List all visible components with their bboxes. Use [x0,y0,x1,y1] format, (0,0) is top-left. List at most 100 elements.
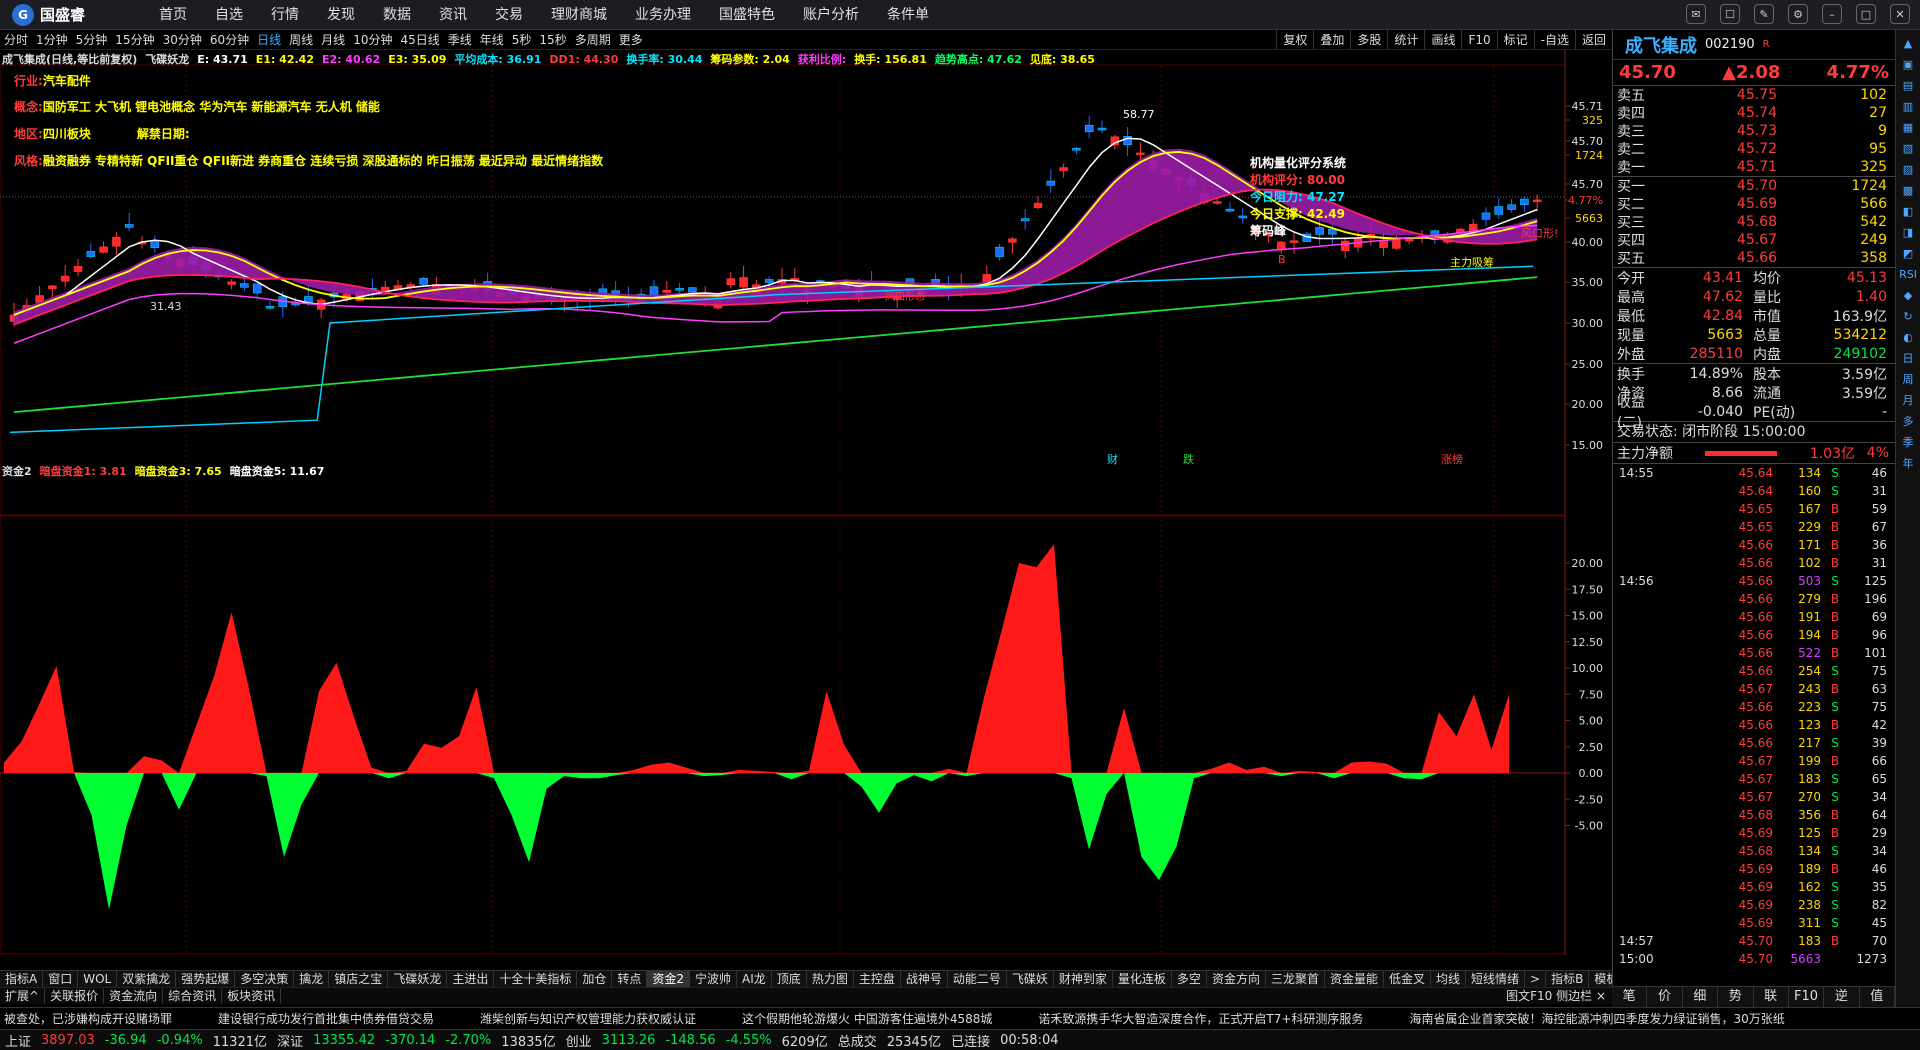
period-3[interactable]: 15分钟 [111,30,158,50]
close-icon[interactable]: ✕ [1890,4,1910,24]
period-16[interactable]: 更多 [615,30,647,50]
menu-item[interactable]: 行情 [257,0,313,30]
news-item[interactable]: 被查处，已涉嫌构成开设赌场罪 [4,1010,172,1027]
side-panel-toggle[interactable]: 图文F10 侧边栏 × [1506,988,1612,1004]
toolbar-btn[interactable]: 叠加 [1313,30,1350,50]
indicator-tab[interactable]: 模板 [1589,971,1612,987]
skin-icon[interactable]: ✎ [1754,4,1774,24]
sidebar-tool-icon[interactable]: ▦ [1899,118,1917,136]
panel-tab[interactable]: 值 [1860,987,1895,1007]
book-row[interactable]: 买一 45.70 1724 [1613,177,1895,195]
sidebar-tool-icon[interactable]: ▲ [1899,34,1917,52]
indicator-tab[interactable]: 双紫擒龙 [117,971,177,987]
panel-tab[interactable]: 逆 [1824,987,1860,1007]
period-15[interactable]: 多周期 [571,30,615,50]
info-tab[interactable]: 综合资讯 [163,988,223,1004]
toolbar-btn[interactable]: 标记 [1496,30,1534,50]
period-11[interactable]: 季线 [444,30,476,50]
indicator-tab[interactable]: 擒龙 [294,971,330,987]
sidebar-tool-icon[interactable]: ◧ [1899,202,1917,220]
indicator-tab[interactable]: 量化连板 [1113,971,1172,987]
book-row[interactable]: 卖四 45.74 27 [1613,104,1895,122]
indicator-tab[interactable]: 主进出 [447,971,495,987]
indicator-tab[interactable]: 指标A [0,971,44,987]
period-13[interactable]: 5秒 [508,30,536,50]
phone-icon[interactable]: ☐ [1720,4,1740,24]
indicator-tab[interactable]: 三龙聚首 [1266,971,1325,987]
panel-tab[interactable]: 笔 [1612,987,1648,1007]
menu-item[interactable]: 业务办理 [621,0,705,30]
sidebar-tool-icon[interactable]: 多 [1899,412,1917,430]
indicator-tab[interactable]: 十全十美指标 [494,971,578,987]
minimize-icon[interactable]: – [1822,4,1842,24]
period-0[interactable]: 分时 [0,30,32,50]
menu-item[interactable]: 发现 [313,0,369,30]
period-8[interactable]: 月线 [317,30,349,50]
info-tab[interactable]: 资金流向 [104,988,164,1004]
indicator-tab[interactable]: 指标B [1546,971,1590,987]
menu-item[interactable]: 资讯 [425,0,481,30]
news-item[interactable]: 诺禾致源携手华大智造深度合作，正式开启T7+科研测序服务 [1038,1010,1363,1027]
period-1[interactable]: 1分钟 [32,30,72,50]
period-7[interactable]: 周线 [285,30,317,50]
sidebar-tool-icon[interactable]: ▧ [1899,139,1917,157]
news-item[interactable]: 海南省属企业首家突破！海控能源冲刺四季度发力绿证销售，30万张纸 [1409,1010,1784,1027]
indicator-tab[interactable]: > [1525,971,1547,987]
period-2[interactable]: 5分钟 [72,30,112,50]
menu-item[interactable]: 交易 [481,0,537,30]
book-row[interactable]: 卖三 45.73 9 [1613,122,1895,140]
news-item[interactable]: 潍柴创新与知识产权管理能力获权威认证 [480,1010,696,1027]
sidebar-tool-icon[interactable]: ▥ [1899,97,1917,115]
book-row[interactable]: 卖一 45.71 325 [1613,158,1895,176]
indicator-tab[interactable]: 镇店之宝 [329,971,389,987]
book-row[interactable]: 买四 45.67 249 [1613,231,1895,249]
toolbar-btn[interactable]: 多股 [1350,30,1387,50]
indicator-tab[interactable]: 宁波帅 [690,971,738,987]
menu-item[interactable]: 理财商城 [537,0,621,30]
period-12[interactable]: 年线 [476,30,508,50]
sidebar-tool-icon[interactable]: ▩ [1899,181,1917,199]
news-item[interactable]: 建设银行成功发行首批集中债券借贷交易 [218,1010,434,1027]
period-6[interactable]: 日线 [253,30,285,50]
indicator-tab[interactable]: AI龙 [737,971,772,987]
indicator-tab[interactable]: 短线情绪 [1466,971,1526,987]
panel-tab[interactable]: 联 [1754,987,1789,1007]
indicator-tab[interactable]: 均线 [1431,971,1467,987]
sidebar-tool-icon[interactable]: ↻ [1899,307,1917,325]
sidebar-tool-icon[interactable]: 年 [1899,454,1917,472]
menu-item[interactable]: 账户分析 [789,0,873,30]
indicator-tab[interactable]: 战神号 [901,971,948,987]
indicator-tab[interactable]: 财神到家 [1054,971,1113,987]
toolbar-btn[interactable]: 返回 [1574,30,1612,50]
indicator-tab[interactable]: 动能二号 [948,971,1007,987]
tick-trades[interactable]: 14:55 45.64 134 S 46 45.64 160 S 31 45.65 167 B 59 45… [1613,464,1895,968]
panel-tab[interactable]: 价 [1647,987,1683,1007]
settings-icon[interactable]: ⚙ [1788,4,1808,24]
indicator-tab[interactable]: WOL [78,971,118,987]
indicator-tab[interactable]: 加仓 [577,971,613,987]
indicator-tab[interactable]: 多空 [1172,971,1207,987]
sidebar-tool-icon[interactable]: ◩ [1899,244,1917,262]
sidebar-tool-icon[interactable]: 周 [1899,370,1917,388]
book-row[interactable]: 卖五 45.75 102 [1613,86,1895,104]
news-item[interactable]: 这个假期他轮游爆火 中国游客住遍境外4588城 [742,1010,992,1027]
period-9[interactable]: 10分钟 [349,30,396,50]
indicator-tab[interactable]: 转点 [612,971,648,987]
info-tab[interactable]: 关联报价 [45,988,105,1004]
app-logo[interactable]: G 国盛睿 [0,3,145,26]
indicator-tab[interactable]: 窗口 [43,971,79,987]
period-10[interactable]: 45日线 [396,30,443,50]
sidebar-tool-icon[interactable]: RSI [1899,265,1917,283]
book-row[interactable]: 买五 45.66 358 [1613,249,1895,267]
indicator-tab[interactable]: 强势起爆 [176,971,236,987]
sidebar-tool-icon[interactable]: ◨ [1899,223,1917,241]
period-4[interactable]: 30分钟 [159,30,206,50]
maximize-icon[interactable]: □ [1856,4,1876,24]
toolbar-btn[interactable]: F10 [1461,30,1496,50]
book-row[interactable]: 卖二 45.72 95 [1613,140,1895,158]
indicator-tab[interactable]: 资金方向 [1207,971,1266,987]
sidebar-tool-icon[interactable]: ◆ [1899,286,1917,304]
panel-tab[interactable]: 势 [1718,987,1754,1007]
sidebar-tool-icon[interactable]: ◐ [1899,328,1917,346]
toolbar-btn[interactable]: 画线 [1424,30,1461,50]
